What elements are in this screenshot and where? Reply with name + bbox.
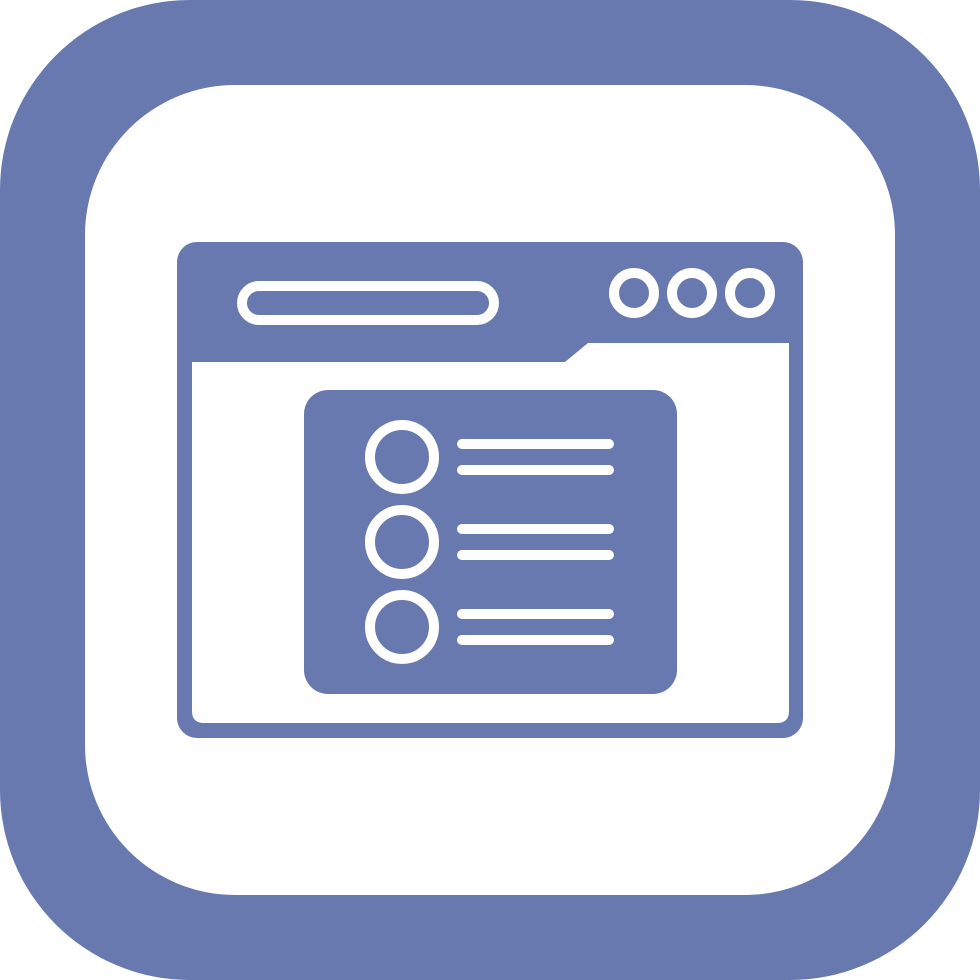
browser-window [177,242,803,738]
icon-canvas [0,0,980,980]
browser-list-icon [0,0,980,980]
list-card [304,390,677,694]
